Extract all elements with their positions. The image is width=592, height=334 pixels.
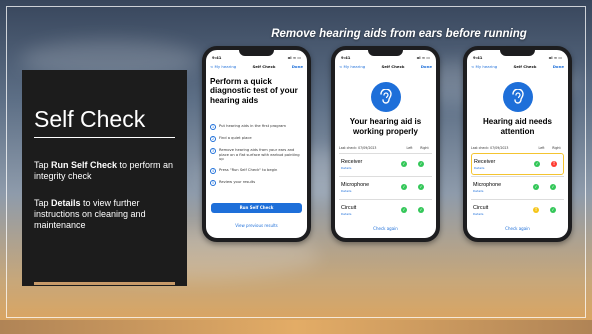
phone-result-ok: 9:41 ııl ≈ ▭ < My hearing Self Check Done… xyxy=(331,46,440,242)
bottom-accent-bar xyxy=(0,320,592,334)
result-title: Your hearing aid is working properly xyxy=(349,117,422,136)
back-button[interactable]: < My hearing xyxy=(339,64,365,69)
check-again-link[interactable]: Check again xyxy=(335,226,436,231)
done-button[interactable]: Done xyxy=(421,64,432,69)
done-button[interactable]: Done xyxy=(292,64,303,69)
result-row-circuit: Circuit Details ✓ ✓ xyxy=(339,199,432,221)
results-header: Last check: 07/09/2023 Left Right xyxy=(471,146,561,150)
check-ok-icon: ✓ xyxy=(418,207,424,213)
check-ok-icon: ✓ xyxy=(401,184,407,190)
nav-bar: < My hearing Self Check Done xyxy=(471,64,564,69)
status-bar: 9:41 ııl ≈ ▭ xyxy=(473,55,562,60)
nav-bar: < My hearing Self Check Done xyxy=(210,64,303,69)
nav-bar: < My hearing Self Check Done xyxy=(339,64,432,69)
details-link[interactable]: Details xyxy=(474,166,484,170)
status-bar: 9:41 ııl ≈ ▭ xyxy=(212,55,301,60)
hearing-aid-icon xyxy=(503,82,533,112)
panel-divider xyxy=(34,137,175,138)
error-icon: ! xyxy=(551,161,557,167)
result-title: Hearing aid needs attention xyxy=(483,117,552,136)
result-row-circuit: Circuit Details ! ✓ xyxy=(471,199,564,221)
phone-self-check-intro: 9:41 ııl ≈ ▭ < My hearing Self Check Done… xyxy=(202,46,311,242)
check-ok-icon: ✓ xyxy=(401,207,407,213)
results-header: Last check: 07/09/2023 Left Right xyxy=(339,146,429,150)
result-row-microphone: Microphone Details ✓ ✓ xyxy=(471,176,564,198)
hearing-aid-icon xyxy=(371,82,401,112)
panel-instruction-details: Tap Details to view further instructions… xyxy=(34,198,146,230)
check-ok-icon: ✓ xyxy=(401,161,407,167)
step-item: 2 Find a quiet place xyxy=(210,136,252,142)
check-ok-icon: ✓ xyxy=(550,184,556,190)
panel-accent-line xyxy=(34,282,175,285)
panel-instruction-run: Tap Run Self Check to perform an integri… xyxy=(34,160,174,181)
nav-title: Self Check xyxy=(252,64,276,69)
details-link[interactable]: Details xyxy=(473,189,483,193)
run-self-check-button[interactable]: Run Self Check xyxy=(211,203,302,213)
status-bar: 9:41 ııl ≈ ▭ xyxy=(341,55,430,60)
check-ok-icon: ✓ xyxy=(533,184,539,190)
nav-title: Self Check xyxy=(381,64,405,69)
back-button[interactable]: < My hearing xyxy=(210,64,236,69)
step-item: 4 Press "Run Self Check" to begin xyxy=(210,168,278,174)
nav-title: Self Check xyxy=(513,64,537,69)
done-button[interactable]: Done xyxy=(553,64,564,69)
result-row-microphone: Microphone Details ✓ ✓ xyxy=(339,176,432,198)
phone-result-attention: 9:41 ııl ≈ ▭ < My hearing Self Check Done… xyxy=(463,46,572,242)
check-ok-icon: ✓ xyxy=(418,184,424,190)
intro-title: Perform a quick diagnostic test of your … xyxy=(210,77,298,105)
step-item: 5 Review your results xyxy=(210,180,256,186)
details-link[interactable]: Details xyxy=(341,189,351,193)
details-link[interactable]: Details xyxy=(341,166,351,170)
view-previous-results-link[interactable]: View previous results xyxy=(206,223,307,228)
check-again-link[interactable]: Check again xyxy=(467,226,568,231)
result-row-receiver: Receiver Details ✓! xyxy=(471,153,564,175)
result-row-receiver: Receiver Details ✓ ✓ xyxy=(339,153,432,175)
step-item: 3 Remove hearing aids from your ears and … xyxy=(210,148,300,162)
panel-title: Self Check xyxy=(34,106,146,132)
warning-icon: ! xyxy=(533,207,539,213)
info-panel: Self Check Tap Run Self Check to perform… xyxy=(22,70,187,286)
details-link[interactable]: Details xyxy=(341,212,351,216)
details-link[interactable]: Details xyxy=(473,212,483,216)
check-ok-icon: ✓ xyxy=(418,161,424,167)
check-ok-icon: ✓ xyxy=(534,161,540,167)
slide-headline: Remove hearing aids from ears before run… xyxy=(271,28,527,40)
back-button[interactable]: < My hearing xyxy=(471,64,497,69)
slide-background: Remove hearing aids from ears before run… xyxy=(0,0,592,334)
step-item: 1 Put hearing aids in the first program xyxy=(210,124,286,130)
check-ok-icon: ✓ xyxy=(550,207,556,213)
